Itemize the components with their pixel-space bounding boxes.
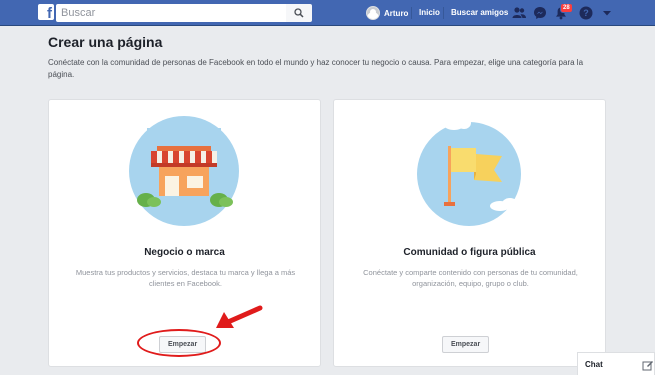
- find-friends-link[interactable]: Buscar amigos: [451, 8, 508, 17]
- help-icon[interactable]: ?: [578, 5, 594, 21]
- messenger-icon[interactable]: [532, 5, 548, 21]
- card-title: Comunidad o figura pública: [403, 247, 536, 258]
- top-navigation-bar: f Arturo Inicio Buscar amigos 28 ?: [0, 0, 655, 26]
- profile-link[interactable]: Arturo: [366, 5, 408, 21]
- search-button[interactable]: [286, 4, 312, 22]
- friend-requests-icon[interactable]: [511, 5, 527, 21]
- card-description: Conéctate y comparte contenido con perso…: [363, 268, 578, 288]
- nav-divider: [443, 7, 444, 19]
- account-menu-chevron-icon[interactable]: [599, 5, 615, 21]
- facebook-logo[interactable]: f: [38, 4, 54, 22]
- chat-label: Chat: [585, 360, 603, 369]
- notification-count-badge: 28: [560, 3, 573, 13]
- flag-illustration: [417, 117, 524, 226]
- svg-text:?: ?: [583, 8, 589, 18]
- storefront-illustration: [129, 116, 239, 226]
- search-icon: [294, 8, 304, 18]
- page-description: Conéctate con la comunidad de personas d…: [48, 58, 584, 79]
- facebook-logo-letter: f: [47, 5, 52, 22]
- nav-divider: [411, 7, 412, 19]
- annotation-arrow-icon: [216, 305, 263, 328]
- card-title: Negocio o marca: [144, 247, 225, 258]
- annotation-circle: [137, 329, 221, 357]
- card-description: Muestra tus productos y servicios, desta…: [75, 268, 296, 288]
- search-input[interactable]: [56, 4, 286, 22]
- get-started-community-button[interactable]: Empezar: [442, 336, 490, 353]
- avatar: [366, 6, 380, 20]
- profile-name: Arturo: [384, 8, 409, 18]
- home-link[interactable]: Inicio: [419, 8, 440, 17]
- page-title: Crear una página: [48, 34, 163, 50]
- business-brand-card[interactable]: Negocio o marca Muestra tus productos y …: [48, 99, 321, 367]
- chat-sidebar-tab[interactable]: Chat: [577, 352, 655, 375]
- new-message-icon[interactable]: [642, 359, 654, 371]
- community-public-figure-card[interactable]: Comunidad o figura pública Conéctate y c…: [333, 99, 606, 367]
